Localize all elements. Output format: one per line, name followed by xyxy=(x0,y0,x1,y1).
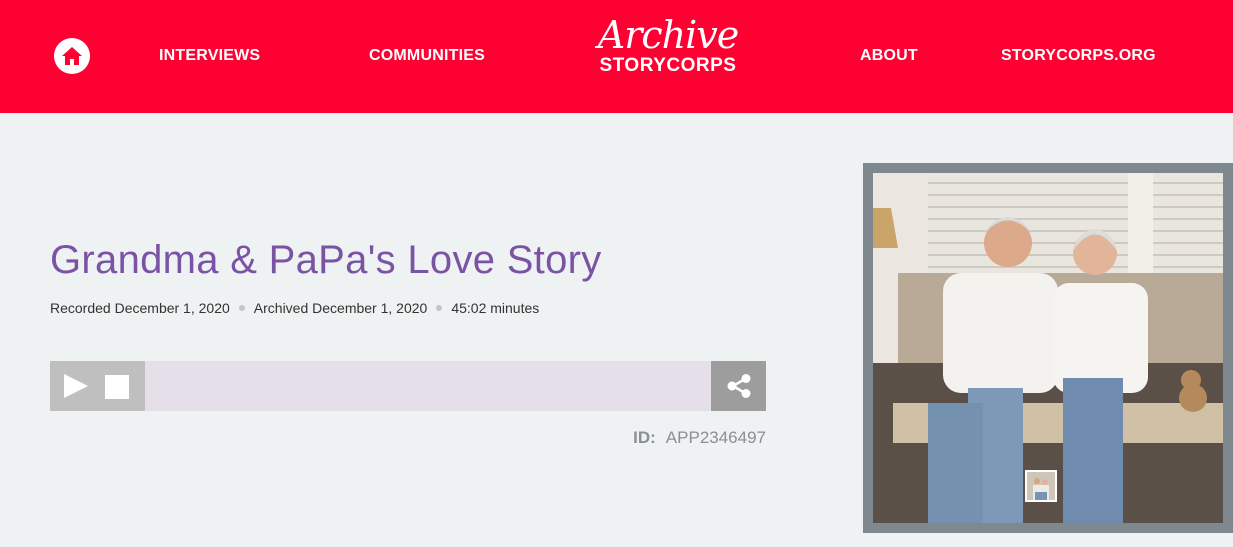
archived-date: Archived December 1, 2020 xyxy=(253,300,428,316)
share-button[interactable] xyxy=(711,361,766,411)
progress-track[interactable] xyxy=(145,361,711,411)
thumbnail-image xyxy=(1027,472,1055,500)
interview-meta: Recorded December 1, 2020 Archived Decem… xyxy=(50,300,539,316)
nav-link-about[interactable]: ABOUT xyxy=(860,47,918,65)
page-title: Grandma & PaPa's Love Story xyxy=(50,238,602,282)
top-nav: INTERVIEWS COMMUNITIES Archive STORYCORP… xyxy=(0,0,1233,113)
nav-link-storycorps-org[interactable]: STORYCORPS.ORG xyxy=(1001,47,1156,65)
photo-thumbnail[interactable] xyxy=(1025,470,1057,502)
audio-player xyxy=(50,361,766,411)
archive-storycorps-logo[interactable]: Archive STORYCORPS xyxy=(592,14,744,90)
id-label: ID: xyxy=(633,428,656,447)
separator-dot xyxy=(238,305,245,311)
share-icon xyxy=(727,374,750,398)
nav-link-interviews[interactable]: INTERVIEWS xyxy=(159,47,260,65)
stop-icon[interactable] xyxy=(105,375,129,399)
home-icon xyxy=(62,47,82,65)
nav-link-communities[interactable]: COMMUNITIES xyxy=(369,47,485,65)
logo-wordmark: STORYCORPS xyxy=(599,55,737,76)
player-controls xyxy=(50,361,145,411)
recorded-date: Recorded December 1, 2020 xyxy=(50,300,230,316)
duration: 45:02 minutes xyxy=(451,300,540,316)
play-icon[interactable] xyxy=(62,373,90,399)
id-value: APP2346497 xyxy=(665,428,766,447)
separator-dot xyxy=(436,305,443,311)
logo-script-text: Archive xyxy=(597,13,739,57)
interview-id: ID: APP2346497 xyxy=(633,428,766,448)
home-button[interactable] xyxy=(54,38,90,74)
